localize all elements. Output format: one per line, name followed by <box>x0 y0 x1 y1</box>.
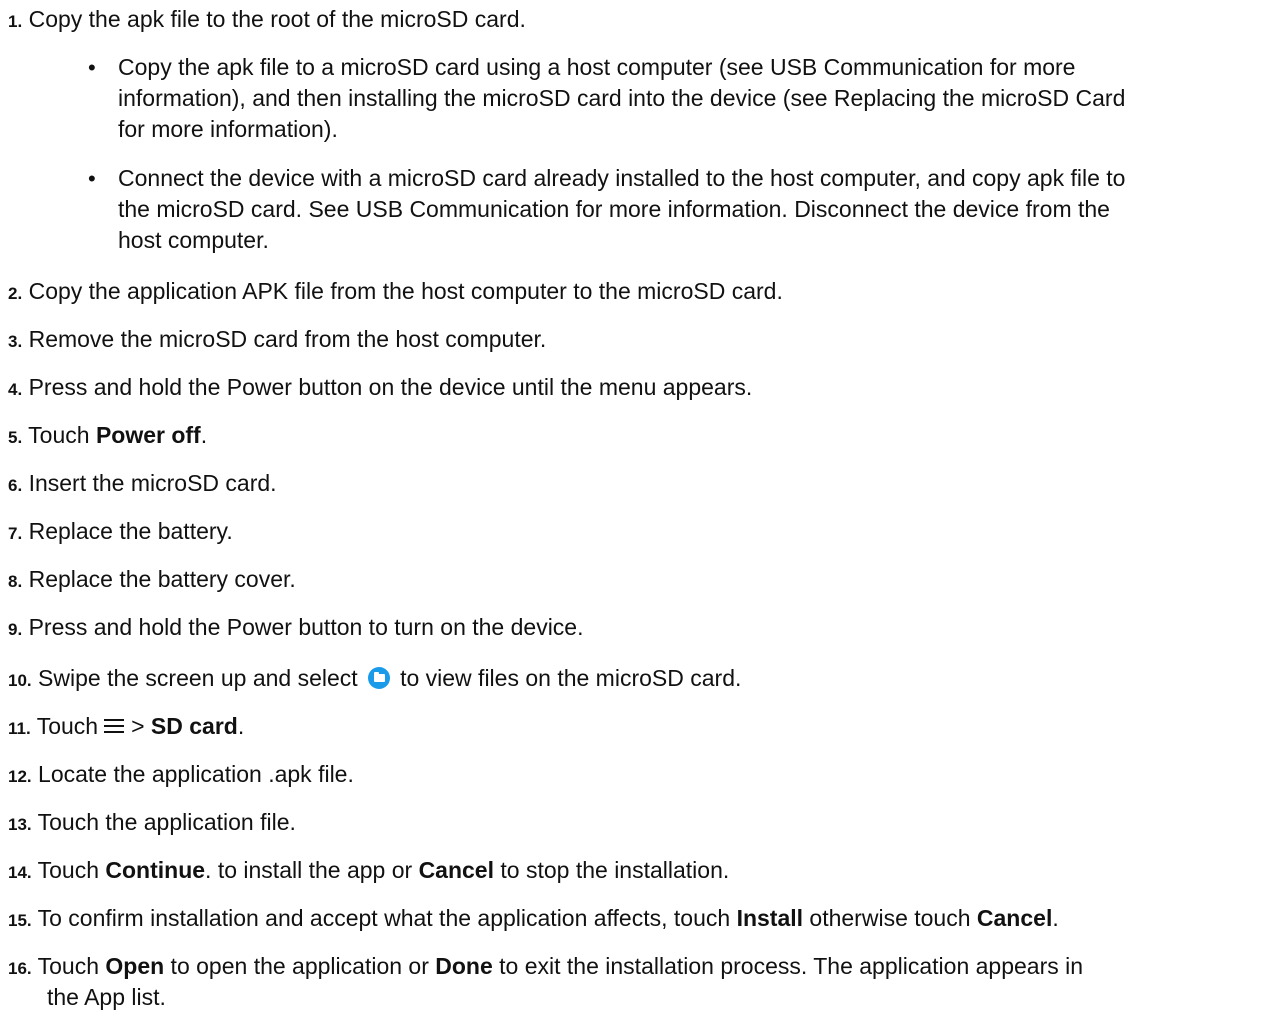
step-text-post: . <box>237 713 245 739</box>
step-text: Insert the microSD card. <box>28 470 277 496</box>
step-text-pre: Touch <box>37 953 106 979</box>
step-text-post: . <box>200 422 208 448</box>
menu-icon <box>104 719 125 733</box>
step-number: 4. <box>8 380 23 399</box>
folder-icon <box>368 667 391 689</box>
step-text-pre: Swipe the screen up and select <box>38 665 358 691</box>
ui-label-sd-card: SD card <box>150 713 238 739</box>
step-4: 4. Press and hold the Power button on th… <box>8 372 1263 405</box>
bullet-line: information), and then installing the mi… <box>118 85 1126 111</box>
step-16-continuation: the App list. <box>47 982 1269 1013</box>
step-13: 13. Touch the application file. <box>8 807 1263 840</box>
step-text-mid: . to install the app or <box>205 857 419 883</box>
step-6: 6. Insert the microSD card. <box>8 468 1263 501</box>
bullet-dot: • <box>88 166 96 191</box>
step-number: 5. <box>8 428 23 447</box>
step-text-mid: > <box>131 713 151 739</box>
ui-label-cancel: Cancel <box>976 905 1053 931</box>
step-text: Press and hold the Power button to turn … <box>28 614 584 640</box>
ui-label-power-off: Power off <box>95 422 201 448</box>
step-text-pre: Touch <box>28 422 96 448</box>
step-5: 5. Touch Power off. <box>8 420 1263 453</box>
step-text: Replace the battery. <box>28 518 233 544</box>
step-text: Touch the application file. <box>37 809 296 835</box>
step-text-pre: Touch <box>37 857 106 883</box>
step-15: 15. To confirm installation and accept w… <box>8 903 1263 936</box>
step-12: 12. Locate the application .apk file. <box>8 759 1263 792</box>
step-10: 10. Swipe the screen up and select to vi… <box>8 663 1263 696</box>
ui-label-install: Install <box>736 905 804 931</box>
step-number: 6. <box>8 476 23 495</box>
step-14: 14. Touch Continue. to install the app o… <box>8 855 1263 888</box>
step-2: 2. Copy the application APK file from th… <box>8 276 1263 309</box>
bullet-line: the microSD card. See USB Communication … <box>118 196 1110 222</box>
step-number: 1. <box>8 12 23 31</box>
step-text: Copy the apk file to the root of the mic… <box>28 6 526 32</box>
bullet-line: host computer. <box>118 227 269 253</box>
step-text: Press and hold the Power button on the d… <box>28 374 753 400</box>
step-number: 14. <box>8 863 32 882</box>
step-text: Replace the battery cover. <box>28 566 296 592</box>
step-text: Locate the application .apk file. <box>38 761 354 787</box>
bullet-item-1: • Copy the apk file to a microSD card us… <box>88 52 1258 145</box>
step-text-pre: To confirm installation and accept what … <box>37 905 737 931</box>
bullet-line: Connect the device with a microSD card a… <box>118 165 1126 191</box>
step-11: 11. Touch > SD card. <box>8 711 1263 744</box>
ui-label-continue: Continue <box>105 857 206 883</box>
step-number: 15. <box>8 911 32 930</box>
step-text-mid: otherwise touch <box>803 905 977 931</box>
step-text-post: to exit the installation process. The ap… <box>492 953 1084 979</box>
step-number: 8. <box>8 572 23 591</box>
step-number: 10. <box>8 671 32 690</box>
bullet-dot: • <box>88 55 96 80</box>
step-9: 9. Press and hold the Power button to tu… <box>8 612 1263 645</box>
step-1: 1. Copy the apk file to the root of the … <box>8 4 1263 37</box>
step-text-pre: Touch <box>36 713 99 739</box>
step-number: 13. <box>8 815 32 834</box>
step-8: 8. Replace the battery cover. <box>8 564 1263 597</box>
step-number: 7. <box>8 524 23 543</box>
step-text-post: to stop the installation. <box>494 857 730 883</box>
step-number: 9. <box>8 620 23 639</box>
step-text-post: . <box>1052 905 1059 931</box>
step-text-mid: to open the application or <box>164 953 436 979</box>
step-text: the App list. <box>47 984 166 1010</box>
step-number: 12. <box>8 767 32 786</box>
step-number: 2. <box>8 284 23 303</box>
step-3: 3. Remove the microSD card from the host… <box>8 324 1263 357</box>
step-text-post: to view files on the microSD card. <box>400 665 742 691</box>
step-text: Copy the application APK file from the h… <box>28 278 783 304</box>
ui-label-done: Done <box>435 953 493 979</box>
ui-label-open: Open <box>105 953 165 979</box>
bullet-line: for more information). <box>118 116 338 142</box>
step-7: 7. Replace the battery. <box>8 516 1263 549</box>
bullet-item-2: • Connect the device with a microSD card… <box>88 163 1258 256</box>
ui-label-cancel: Cancel <box>418 857 494 883</box>
step-number: 11. <box>8 719 31 738</box>
bullet-line: Copy the apk file to a microSD card usin… <box>118 54 1076 80</box>
step-number: 16. <box>8 959 32 978</box>
step-text: Remove the microSD card from the host co… <box>28 326 547 352</box>
step-16: 16. Touch Open to open the application o… <box>8 951 1263 984</box>
step-number: 3. <box>8 332 23 351</box>
